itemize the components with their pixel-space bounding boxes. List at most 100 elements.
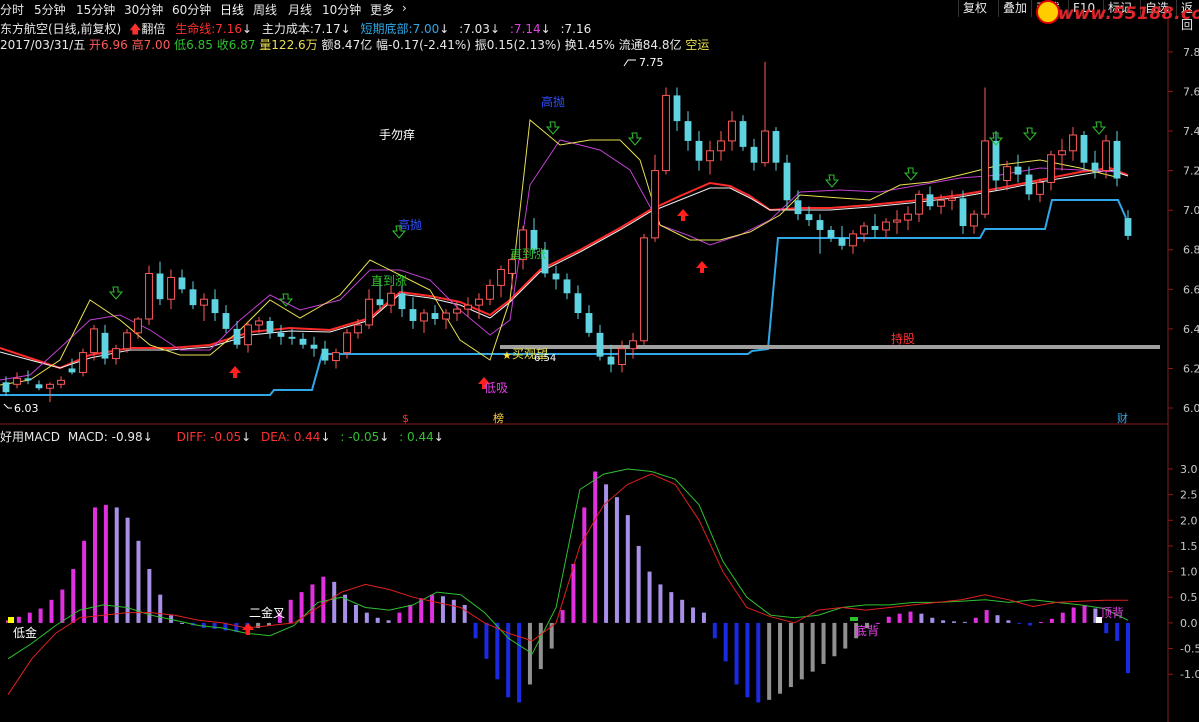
down-arrow-icon xyxy=(108,286,124,300)
macd-tick-label: 1.5 xyxy=(1180,540,1198,553)
macd-bar xyxy=(1060,612,1065,623)
macd-bar xyxy=(419,598,424,623)
macd-bar xyxy=(908,611,913,623)
macd-bar xyxy=(1115,622,1120,641)
down-arrow-icon xyxy=(903,167,919,181)
candle xyxy=(112,344,120,365)
candle xyxy=(816,214,824,254)
candle xyxy=(134,317,142,339)
candle xyxy=(706,140,714,175)
macd-bar xyxy=(897,613,902,623)
candle xyxy=(123,328,131,353)
up-arrow-icon xyxy=(229,366,241,378)
candle xyxy=(1102,134,1110,179)
candle xyxy=(310,336,318,357)
annotation-low-gold: 低金 xyxy=(13,625,37,640)
candle xyxy=(772,127,780,171)
macd-bar xyxy=(397,612,402,623)
candle xyxy=(970,210,978,234)
macd-bar xyxy=(321,576,326,623)
macd-bar xyxy=(38,608,43,623)
price-tick-label: 6.0 xyxy=(1183,402,1199,415)
candle xyxy=(398,285,406,318)
candle xyxy=(156,261,164,306)
candle xyxy=(1014,154,1022,183)
annotation-until-rise-2: 直到涨 xyxy=(371,273,407,288)
candle xyxy=(431,305,439,325)
macd-histogram xyxy=(6,471,1130,703)
macd-bar xyxy=(440,596,445,623)
macd-bar xyxy=(680,599,685,623)
candle xyxy=(915,190,923,223)
macd-bar xyxy=(538,622,543,670)
signal-marker-green xyxy=(850,617,858,621)
macd-tick-label: 0.5 xyxy=(1180,591,1198,604)
candle xyxy=(1036,178,1044,203)
macd-tick-label: 2.0 xyxy=(1180,514,1198,527)
candle xyxy=(574,285,582,319)
candle xyxy=(904,206,912,230)
macd-bar xyxy=(941,620,946,623)
candle xyxy=(948,190,956,211)
annotation-hold: 持股 xyxy=(891,331,915,346)
macd-bar xyxy=(962,621,967,623)
candle xyxy=(178,269,186,294)
macd-bar xyxy=(691,607,696,623)
chart-canvas: 7.8 7.6 7.4 7.2 7.0 6.8 6.6 6.4 6.2 6.0 3.0 2.5 2.0… xyxy=(0,18,1199,722)
annotation-top-divergence: 顶背 xyxy=(1100,606,1124,620)
candle xyxy=(1047,150,1055,191)
macd-bar xyxy=(49,599,54,623)
candle xyxy=(893,210,901,234)
candle xyxy=(563,273,571,300)
down-arrow-icon xyxy=(1091,121,1107,135)
candle xyxy=(200,293,208,321)
candle xyxy=(1058,138,1066,171)
candle xyxy=(728,111,736,151)
candle xyxy=(981,87,989,219)
macd-bar xyxy=(451,599,456,623)
macd-bar xyxy=(430,594,435,623)
macd-bar xyxy=(604,484,609,623)
macd-bar xyxy=(27,612,32,623)
macd-bar xyxy=(495,622,500,680)
candle xyxy=(46,382,54,403)
candle xyxy=(211,289,219,321)
up-arrow-icon xyxy=(696,261,708,273)
macd-bar xyxy=(952,621,957,623)
candle xyxy=(750,138,758,171)
macd-bar xyxy=(647,571,652,623)
candle xyxy=(695,131,703,171)
candle xyxy=(365,289,373,329)
candle xyxy=(585,305,593,337)
candle xyxy=(838,226,846,250)
up-arrow-icon xyxy=(242,623,254,635)
marker-list: 榜 xyxy=(493,411,504,425)
price-tick-label: 7.6 xyxy=(1183,85,1199,98)
macd-bar xyxy=(843,622,848,649)
candle xyxy=(24,370,32,385)
macd-bar xyxy=(1028,622,1033,626)
candle xyxy=(1091,150,1099,179)
candle xyxy=(1025,166,1033,201)
annotation-bottom-divergence: 底背 xyxy=(855,623,879,638)
candle xyxy=(1069,127,1077,161)
annotation-sell-high-1: 高抛 xyxy=(541,94,565,109)
macd-bar xyxy=(756,622,761,703)
macd-bar xyxy=(636,545,641,623)
macd-bar xyxy=(1126,622,1130,674)
macd-bar xyxy=(745,622,750,698)
macd-bar xyxy=(60,589,65,623)
candle xyxy=(1113,131,1121,187)
candle xyxy=(640,233,648,345)
macd-axis: 3.0 2.5 2.0 1.5 1.0 0.5 0.0 -0.5 -1.0 xyxy=(1168,463,1199,681)
macd-bar xyxy=(158,594,163,623)
down-arrow-icon xyxy=(545,121,561,135)
candle xyxy=(321,340,329,365)
macd-tick-label: 2.5 xyxy=(1180,489,1198,502)
annotation-buy-low: 低吸 xyxy=(484,381,508,395)
up-arrow-icon xyxy=(677,209,689,221)
annotation-dont-itch: 手勿痒 xyxy=(379,127,415,142)
candle xyxy=(552,265,560,290)
macd-bar xyxy=(364,612,369,623)
candle xyxy=(1080,131,1088,171)
